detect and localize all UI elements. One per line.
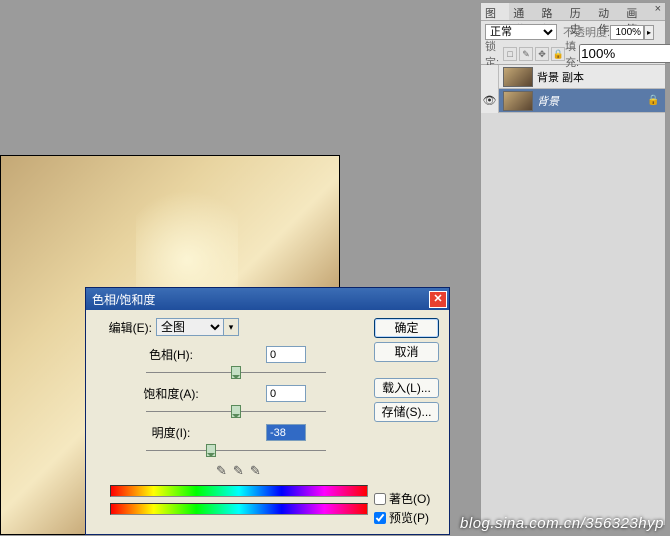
saturation-input[interactable] <box>266 385 306 402</box>
edit-row: 编辑(E): 全图 ▾ <box>96 318 368 336</box>
layer-name[interactable]: 背景 副本 <box>537 69 665 85</box>
dialog-body: 编辑(E): 全图 ▾ 色相(H): 饱和度(A): <box>86 310 449 536</box>
layer-thumbnail[interactable] <box>503 67 533 87</box>
lightness-label: 明度(I): <box>126 424 216 441</box>
cancel-button[interactable]: 取消 <box>374 342 439 362</box>
hue-slider[interactable] <box>146 365 326 381</box>
load-button[interactable]: 载入(L)... <box>374 378 439 398</box>
saturation-slider-thumb[interactable] <box>231 405 241 418</box>
saturation-slider[interactable] <box>146 404 326 420</box>
lock-position-icon[interactable]: ✥ <box>535 47 549 61</box>
panel-tabs: 图层 通道 路径 历史 动作 画笔 × <box>481 3 665 21</box>
edit-dropdown-icon[interactable]: ▾ <box>223 318 239 336</box>
lightness-slider-thumb[interactable] <box>206 444 216 457</box>
watermark: blog.sina.com.cn/356323hyp <box>460 515 664 532</box>
spectrum-bar-top <box>110 485 368 497</box>
close-button[interactable]: ✕ <box>429 291 447 308</box>
layer-name[interactable]: 背景 <box>537 93 647 109</box>
tab-layers[interactable]: 图层 <box>481 3 509 20</box>
fill-input[interactable] <box>579 44 670 63</box>
tab-paths[interactable]: 路径 <box>538 3 566 20</box>
opacity-dropdown-icon[interactable]: ▸ <box>644 25 654 40</box>
lock-all-icon[interactable]: 🔒 <box>551 47 565 61</box>
layer-thumbnail[interactable] <box>503 91 533 111</box>
tab-history[interactable]: 历史 <box>566 3 594 20</box>
save-button[interactable]: 存储(S)... <box>374 402 439 422</box>
ok-button[interactable]: 确定 <box>374 318 439 338</box>
lightness-slider[interactable] <box>146 443 326 459</box>
dialog-title: 色相/饱和度 <box>92 291 155 308</box>
eyedropper-tools: ✎ ✎ ✎ <box>216 463 368 479</box>
lock-fill-row: 锁定: □ ✎ ✥ 🔒 填充: ▸ <box>481 43 665 65</box>
fill-label: 填充: <box>565 38 579 70</box>
visibility-toggle[interactable] <box>481 65 499 89</box>
dialog-titlebar[interactable]: 色相/饱和度 ✕ <box>86 288 449 310</box>
spectrum-bar-bottom <box>110 503 368 515</box>
tab-actions[interactable]: 动作 <box>594 3 622 20</box>
hue-saturation-dialog: 色相/饱和度 ✕ 编辑(E): 全图 ▾ 色相(H): <box>85 287 450 535</box>
preview-checkbox-row[interactable]: 预览(P) <box>374 509 439 526</box>
colorize-checkbox-row[interactable]: 著色(O) <box>374 490 439 507</box>
lightness-input[interactable] <box>266 424 306 441</box>
checkbox-group: 著色(O) 预览(P) <box>374 490 439 528</box>
eyedropper-add-icon[interactable]: ✎ <box>233 463 244 479</box>
lock-icon: 🔒 <box>647 95 661 106</box>
dialog-controls: 编辑(E): 全图 ▾ 色相(H): 饱和度(A): <box>96 318 368 528</box>
dialog-buttons: 确定 取消 载入(L)... 存储(S)... 著色(O) 预览(P) <box>374 318 439 528</box>
layer-row[interactable]: 👁 背景 🔒 <box>481 89 665 113</box>
layers-panel: 图层 通道 路径 历史 动作 画笔 × 正常 不透明度: ▸ 锁定: □ ✎ ✥… <box>480 2 666 522</box>
eyedropper-icon[interactable]: ✎ <box>216 463 227 479</box>
tab-brushes[interactable]: 画笔 <box>622 3 650 20</box>
saturation-row: 饱和度(A): <box>126 385 368 420</box>
preview-checkbox[interactable] <box>374 512 386 524</box>
layer-row[interactable]: 背景 副本 <box>481 65 665 89</box>
saturation-label: 饱和度(A): <box>126 385 216 402</box>
colorize-checkbox[interactable] <box>374 493 386 505</box>
hue-slider-thumb[interactable] <box>231 366 241 379</box>
lock-icons: □ ✎ ✥ 🔒 <box>503 47 565 61</box>
lock-transparent-icon[interactable]: □ <box>503 47 517 61</box>
edit-label: 编辑(E): <box>96 319 152 336</box>
visibility-toggle[interactable]: 👁 <box>481 89 499 113</box>
opacity-input[interactable] <box>610 25 644 40</box>
lightness-row: 明度(I): <box>126 424 368 459</box>
hue-label: 色相(H): <box>126 346 216 363</box>
lock-pixels-icon[interactable]: ✎ <box>519 47 533 61</box>
tab-channels[interactable]: 通道 <box>509 3 537 20</box>
hue-input[interactable] <box>266 346 306 363</box>
edit-select[interactable]: 全图 <box>156 318 224 336</box>
layer-list: 背景 副本 👁 背景 🔒 <box>481 65 665 525</box>
panel-close-icon[interactable]: × <box>651 3 665 20</box>
eyedropper-subtract-icon[interactable]: ✎ <box>250 463 261 479</box>
hue-row: 色相(H): <box>126 346 368 381</box>
